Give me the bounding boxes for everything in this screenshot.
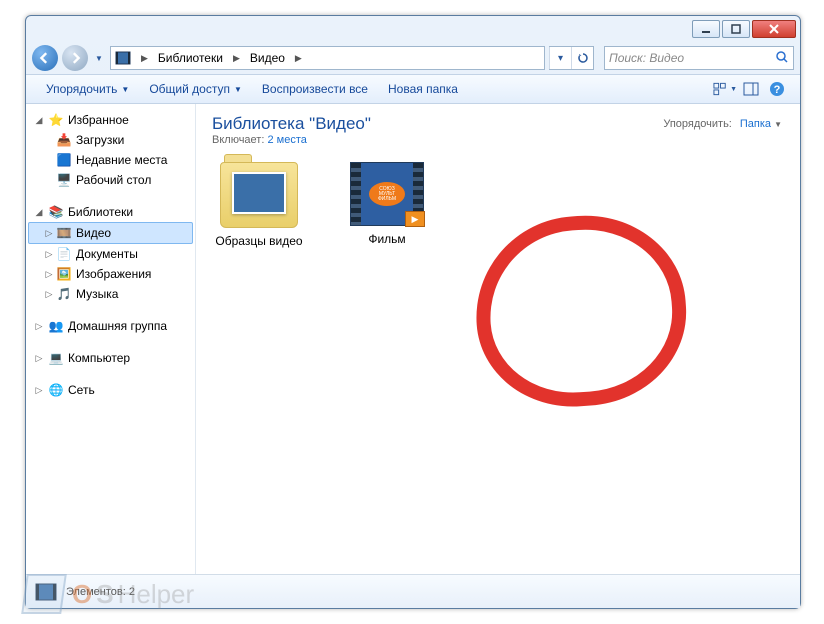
network-icon: 🌐 — [48, 382, 64, 398]
chevron-right-icon: ▶ — [233, 53, 240, 64]
sidebar-item-downloads[interactable]: 📥Загрузки — [28, 130, 193, 150]
play-overlay-icon: ▶ — [405, 211, 425, 227]
search-icon — [775, 50, 789, 67]
titlebar — [26, 16, 800, 42]
item-label: Фильм — [368, 232, 405, 246]
sidebar-item-documents[interactable]: ▷📄Документы — [28, 244, 193, 264]
chevron-down-icon: ▼ — [121, 85, 129, 94]
expand-icon: ▷ — [44, 249, 54, 260]
sidebar-item-music[interactable]: ▷🎵Музыка — [28, 284, 193, 304]
chevron-right-icon: ▶ — [295, 53, 302, 64]
expand-icon: ▷ — [44, 289, 54, 300]
homegroup-node[interactable]: ▷👥Домашняя группа — [28, 316, 193, 336]
explorer-window: ▼ ▶ Библиотеки ▶ Видео ▶ ▾ Поиск: Видео … — [25, 15, 801, 609]
items-view: Образцы видео СОЮЗМУЛЬТФИЛЬМ ▶ Фильм — [196, 150, 800, 260]
refresh-button[interactable] — [571, 47, 593, 69]
new-folder-button[interactable]: Новая папка — [378, 82, 468, 96]
library-video-icon — [115, 50, 131, 66]
documents-icon: 📄 — [56, 246, 72, 262]
address-bar[interactable]: ▶ Библиотеки ▶ Видео ▶ — [110, 46, 545, 70]
forward-button[interactable] — [62, 45, 88, 71]
svg-text:?: ? — [774, 84, 781, 96]
sidebar-item-videos[interactable]: ▷🎞️Видео — [28, 222, 193, 244]
body: ◢⭐Избранное 📥Загрузки 🟦Недавние места 🖥️… — [26, 104, 800, 574]
close-button[interactable] — [752, 20, 796, 38]
nav-pane: ◢⭐Избранное 📥Загрузки 🟦Недавние места 🖥️… — [26, 104, 196, 574]
homegroup-icon: 👥 — [48, 318, 64, 334]
video-item[interactable]: СОЮЗМУЛЬТФИЛЬМ ▶ Фильм — [332, 162, 442, 248]
network-node[interactable]: ▷🌐Сеть — [28, 380, 193, 400]
recent-icon: 🟦 — [56, 152, 72, 168]
downloads-icon: 📥 — [56, 132, 72, 148]
breadcrumb-item[interactable]: Библиотеки — [158, 51, 223, 65]
play-all-button[interactable]: Воспроизвести все — [252, 82, 378, 96]
address-buttons: ▾ — [549, 46, 594, 70]
pictures-icon: 🖼️ — [56, 266, 72, 282]
nav-history-dropdown[interactable]: ▼ — [92, 54, 106, 63]
command-bar: Упорядочить▼ Общий доступ▼ Воспроизвести… — [26, 74, 800, 104]
nav-bar: ▼ ▶ Библиотеки ▶ Видео ▶ ▾ Поиск: Видео — [26, 42, 800, 74]
chevron-right-icon: ▶ — [141, 53, 148, 64]
view-options-button[interactable]: ▼ — [712, 78, 738, 100]
arrange-by: Упорядочить: Папка ▼ — [663, 118, 782, 130]
share-menu[interactable]: Общий доступ▼ — [139, 82, 252, 96]
item-label: Образцы видео — [215, 234, 302, 248]
desktop-icon: 🖥️ — [56, 172, 72, 188]
expand-icon: ▷ — [34, 321, 44, 332]
music-icon: 🎵 — [56, 286, 72, 302]
details-pane: Элементов: 2 — [26, 574, 800, 608]
chevron-down-icon: ▼ — [774, 120, 782, 129]
libraries-icon: 📚 — [48, 204, 64, 220]
expand-icon: ▷ — [34, 353, 44, 364]
video-library-icon — [34, 580, 58, 604]
search-input[interactable]: Поиск: Видео — [604, 46, 794, 70]
search-placeholder: Поиск: Видео — [609, 51, 684, 65]
content-pane: Библиотека "Видео" Включает: 2 места Упо… — [196, 104, 800, 574]
maximize-button[interactable] — [722, 20, 750, 38]
star-icon: ⭐ — [48, 112, 64, 128]
preview-pane-button[interactable] — [738, 78, 764, 100]
expand-icon: ▷ — [44, 228, 54, 239]
sidebar-item-recent[interactable]: 🟦Недавние места — [28, 150, 193, 170]
libraries-group[interactable]: ◢📚Библиотеки — [28, 202, 193, 222]
address-dropdown-button[interactable]: ▾ — [549, 47, 571, 69]
video-file-icon: СОЮЗМУЛЬТФИЛЬМ ▶ — [350, 162, 424, 226]
arrange-by-dropdown[interactable]: Папка ▼ — [740, 118, 782, 130]
folder-item[interactable]: Образцы видео — [204, 162, 314, 248]
expand-icon: ▷ — [34, 385, 44, 396]
sidebar-item-pictures[interactable]: ▷🖼️Изображения — [28, 264, 193, 284]
expand-icon: ▷ — [44, 269, 54, 280]
favorites-group[interactable]: ◢⭐Избранное — [28, 110, 193, 130]
folder-icon — [220, 162, 298, 228]
chevron-down-icon: ▼ — [234, 85, 242, 94]
organize-menu[interactable]: Упорядочить▼ — [36, 82, 139, 96]
back-button[interactable] — [32, 45, 58, 71]
breadcrumb-item[interactable]: Видео — [250, 51, 285, 65]
video-icon: 🎞️ — [56, 225, 72, 241]
status-text: Элементов: 2 — [66, 586, 135, 598]
computer-icon: 💻 — [48, 350, 64, 366]
minimize-button[interactable] — [692, 20, 720, 38]
includes-link[interactable]: 2 места — [267, 134, 306, 146]
sidebar-item-desktop[interactable]: 🖥️Рабочий стол — [28, 170, 193, 190]
computer-node[interactable]: ▷💻Компьютер — [28, 348, 193, 368]
library-includes: Включает: 2 места — [212, 134, 784, 146]
chevron-down-icon: ▼ — [730, 86, 737, 93]
help-button[interactable]: ? — [764, 78, 790, 100]
collapse-icon: ◢ — [34, 207, 44, 218]
collapse-icon: ◢ — [34, 115, 44, 126]
